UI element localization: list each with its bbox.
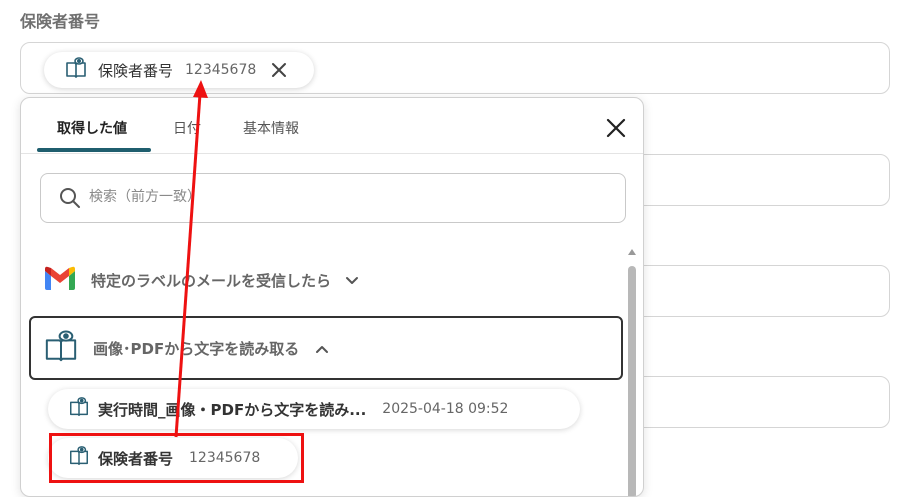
scrollbar[interactable] bbox=[626, 246, 638, 496]
chip-name: 保険者番号 bbox=[98, 61, 174, 80]
gmail-icon bbox=[43, 265, 77, 295]
item-name: 実行時間_画像・PDFから文字を読み... bbox=[98, 400, 367, 419]
field-label: 保険者番号 bbox=[20, 12, 101, 31]
close-icon[interactable] bbox=[270, 61, 288, 79]
search-input[interactable] bbox=[87, 188, 611, 206]
section-ocr-action[interactable]: 画像･PDFから文字を読み取る bbox=[29, 316, 623, 380]
close-panel-button[interactable] bbox=[605, 117, 627, 139]
highlight-annotation bbox=[49, 433, 304, 483]
ocr-book-icon bbox=[64, 56, 88, 84]
item-value: 2025-04-18 09:52 bbox=[382, 401, 509, 417]
ocr-book-icon bbox=[68, 396, 90, 422]
chip-value: 12345678 bbox=[185, 62, 257, 78]
tab-bar: 取得した値 日付 基本情報 bbox=[21, 98, 643, 154]
tab-basic-info[interactable]: 基本情報 bbox=[243, 118, 299, 138]
section-gmail-trigger[interactable]: 特定のラベルのメールを受信したら bbox=[29, 248, 623, 312]
search-box[interactable] bbox=[40, 173, 626, 223]
selected-value-chip[interactable]: 保険者番号 12345678 bbox=[44, 52, 314, 88]
tab-date[interactable]: 日付 bbox=[173, 118, 201, 138]
active-tab-indicator bbox=[37, 148, 151, 152]
close-icon bbox=[606, 118, 626, 138]
ocr-book-icon bbox=[43, 329, 79, 367]
scroll-up-arrow[interactable] bbox=[628, 249, 636, 255]
scroll-thumb[interactable] bbox=[628, 266, 636, 496]
search-icon bbox=[59, 187, 81, 213]
tab-acquired-values[interactable]: 取得した値 bbox=[57, 118, 127, 138]
list-item-execution-time[interactable]: 実行時間_画像・PDFから文字を読み... 2025-04-18 09:52 bbox=[48, 389, 580, 429]
chevron-up-icon bbox=[315, 339, 329, 358]
chevron-down-icon bbox=[345, 271, 359, 290]
section-gmail-label: 特定のラベルのメールを受信したら bbox=[91, 271, 332, 290]
section-ocr-label: 画像･PDFから文字を読み取る bbox=[93, 339, 300, 358]
